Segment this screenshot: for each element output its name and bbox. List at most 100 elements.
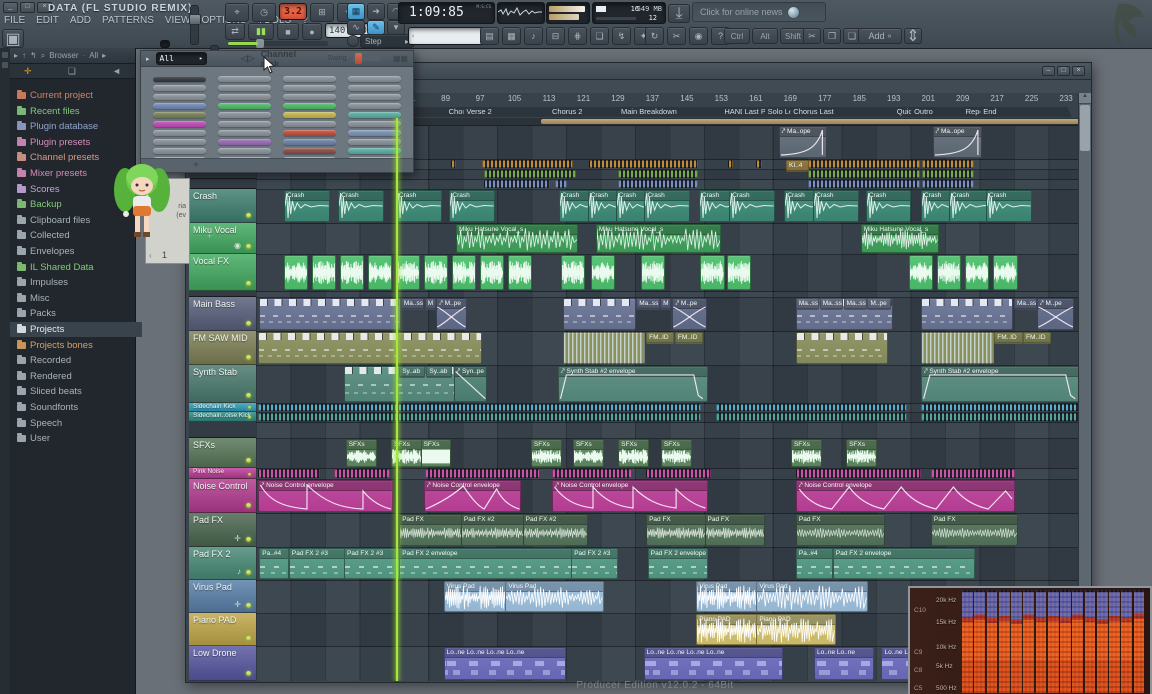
track-mute-led[interactable] (246, 458, 251, 463)
step-seq-toggle-icon[interactable]: ▦ (502, 27, 521, 45)
clip-auto[interactable]: ⤤ Syn..pe (453, 366, 487, 402)
track-header-icon[interactable]: ◉ (234, 241, 241, 250)
hint-bar[interactable]: Click for online news (692, 2, 826, 22)
clip-midi[interactable]: Pad FX 2 envelope (647, 548, 709, 579)
clip-hit[interactable]: Crash (449, 190, 495, 222)
clip-vfx[interactable] (339, 255, 365, 290)
clip-vfx2[interactable]: SFXs (618, 439, 649, 467)
cut-icon[interactable]: ✂ (803, 28, 821, 44)
channel-button[interactable] (348, 76, 401, 82)
track-header-pink-noise[interactable]: Pink Noise (189, 468, 256, 479)
clip-auto[interactable]: ⤤ Ma..ope (932, 126, 983, 158)
track-lane-sidechain-kick[interactable] (256, 404, 1079, 413)
sidebar-item-projects[interactable]: Projects (10, 322, 142, 337)
clip-vfx2[interactable]: SFXs (345, 439, 377, 467)
sidebar-item-il-shared-data[interactable]: IL Shared Data (10, 260, 142, 275)
track-mute-led[interactable] (246, 570, 251, 575)
clip-stripes[interactable] (482, 160, 574, 168)
playlist-minimize-icon[interactable]: – (1042, 66, 1055, 76)
sidebar-item-soundfonts[interactable]: Soundfonts (10, 400, 142, 415)
clip-vfx2[interactable]: SFXs (790, 439, 822, 467)
minimize-button[interactable]: _ (3, 2, 18, 13)
plugin-picker-icon[interactable]: ↯ (612, 27, 631, 45)
sidebar-item-misc[interactable]: Misc (10, 291, 142, 306)
clip-vfx[interactable] (395, 255, 421, 290)
clip-audio[interactable]: Virus Pad (696, 581, 759, 612)
track-lane-pad-fx-2[interactable]: Pa..#4 Pad FX 2 #3 Pad FX 2 #3 Pad FX 2 env… (256, 548, 1079, 581)
clip-chip[interactable]: M..pe (867, 298, 891, 310)
clip-auto[interactable]: ⤤ Synth Stab #2 envelope (558, 366, 709, 402)
track-mute-led[interactable] (246, 603, 251, 608)
menu-file[interactable]: FILE (4, 15, 25, 26)
slice-tool-icon[interactable]: ✂ (667, 27, 686, 45)
stop-button[interactable]: ■ (277, 23, 299, 40)
clip-auto[interactable]: ⤤ Noise Control envelope (423, 480, 522, 512)
sidebar-item-sliced-beats[interactable]: Sliced beats (10, 384, 142, 399)
clip-vstripes[interactable] (920, 332, 994, 364)
clip-stripes[interactable] (618, 170, 699, 178)
channel-button[interactable] (283, 94, 336, 100)
track-lane-noise-control[interactable]: ⤤ Noise Control envelope ⤤ Noise Control … (256, 480, 1079, 514)
clip-audiothin[interactable]: Pad FX (704, 514, 765, 546)
track-lane-pink-noise[interactable] (256, 469, 1079, 480)
channel-button[interactable] (218, 85, 271, 91)
clip-vfx[interactable] (423, 255, 449, 290)
pattern-lcd[interactable]: 3.2 (279, 3, 307, 20)
track-header-sidechain-oise-kick[interactable]: Sidechain..oise Kick (189, 412, 256, 422)
track-header-sfxs[interactable]: SFXs (189, 438, 256, 468)
clip-chip[interactable]: Ma..ss (843, 298, 867, 310)
track-lane-main-bass[interactable]: Ma..ss M ⤤ M..pe Ma..ss M ⤤ M..pe Ma..ss Ma..ss… (256, 298, 1079, 332)
pattern-prev-icon[interactable]: ‹ (149, 251, 152, 260)
clip-audiothin[interactable]: Pad FX #2 (460, 514, 525, 546)
draw-mode-icon[interactable]: ✎ (367, 20, 385, 35)
channel-button[interactable] (348, 85, 401, 91)
clip-vfx2[interactable]: SFXs (846, 439, 877, 467)
channel-button[interactable] (153, 103, 206, 109)
mod-key-ctrl[interactable]: Ctrl (724, 28, 750, 44)
sidebar-item-projects-bones[interactable]: Projects bones (10, 338, 142, 353)
browser-filter[interactable]: All (89, 51, 98, 60)
smart-disable-icon[interactable]: ∿ (347, 20, 365, 35)
channel-button[interactable] (283, 103, 336, 109)
clip-audio[interactable]: Miku Hatsune Vocal_s (455, 224, 579, 253)
spectrogram-panel[interactable]: 20k Hz 15k Hz 10k Hz 5k Hz 500 Hz C10 C9 C8 C5 (908, 586, 1152, 694)
channel-button[interactable] (218, 103, 271, 109)
browser-tab-plugin-icon[interactable]: ◄ (112, 66, 121, 76)
clip-blocks[interactable] (257, 332, 482, 364)
browser-back-icon[interactable]: ↰ (30, 51, 37, 60)
clip-midi[interactable]: Pad FX 2 #3 (288, 548, 346, 579)
clip-vfx[interactable] (964, 255, 989, 290)
menu-view[interactable]: VIEW (165, 15, 191, 26)
clip-audiothin[interactable]: Pad FX (930, 514, 1018, 546)
clip-vfx[interactable] (560, 255, 585, 290)
timeline-marker[interactable]: Main Breakdown (618, 106, 727, 117)
clip-vfx[interactable] (908, 255, 933, 290)
track-header-main-bass[interactable]: Main Bass (189, 297, 256, 331)
track-mute-led[interactable] (246, 321, 251, 326)
clip-hit[interactable]: Crash (338, 190, 384, 222)
clip-chip[interactable]: M (660, 298, 672, 310)
piano-roll-toggle-icon[interactable]: ♪ (524, 27, 543, 45)
sidebar-item-recorded[interactable]: Recorded (10, 353, 142, 368)
clip-stripes[interactable] (930, 469, 1016, 478)
mixer-toggle-icon[interactable]: ⋕ (568, 27, 587, 45)
timeline-marker[interactable]: Outro (911, 106, 968, 117)
track-lane-synth-stab[interactable]: Sy..ab Sy..ab ⤤ Syn..pe ⤤ Synth Stab #2 env… (256, 366, 1079, 404)
channel-rack-header[interactable]: ▸ All▸ ◁▷ Channel rack Swing ▦▦ (141, 49, 413, 69)
clip-vfx2[interactable]: SFXs (660, 439, 692, 467)
track-header-sidechain-kick[interactable]: Sidechain Kick (189, 403, 256, 412)
track-header-vocal-fx[interactable]: Vocal FX (189, 254, 256, 291)
menu-add[interactable]: ADD (70, 15, 91, 26)
track-header-crash[interactable]: Crash (189, 189, 256, 223)
clip-vfx[interactable] (367, 255, 393, 290)
menu-patterns[interactable]: PATTERNS (102, 15, 154, 26)
spacer-lane[interactable] (256, 423, 1079, 439)
clip-chip[interactable]: FM..ID (994, 332, 1023, 344)
clip-stripes[interactable] (483, 170, 576, 178)
mic-icon[interactable]: ◉ (689, 27, 708, 45)
clip-stripes[interactable] (257, 404, 701, 411)
sidebar-item-user[interactable]: User (10, 431, 142, 446)
track-mute-led[interactable] (248, 416, 251, 419)
track-header-synth-stab[interactable]: Synth Stab (189, 365, 256, 403)
clip-stripes[interactable] (921, 160, 974, 168)
